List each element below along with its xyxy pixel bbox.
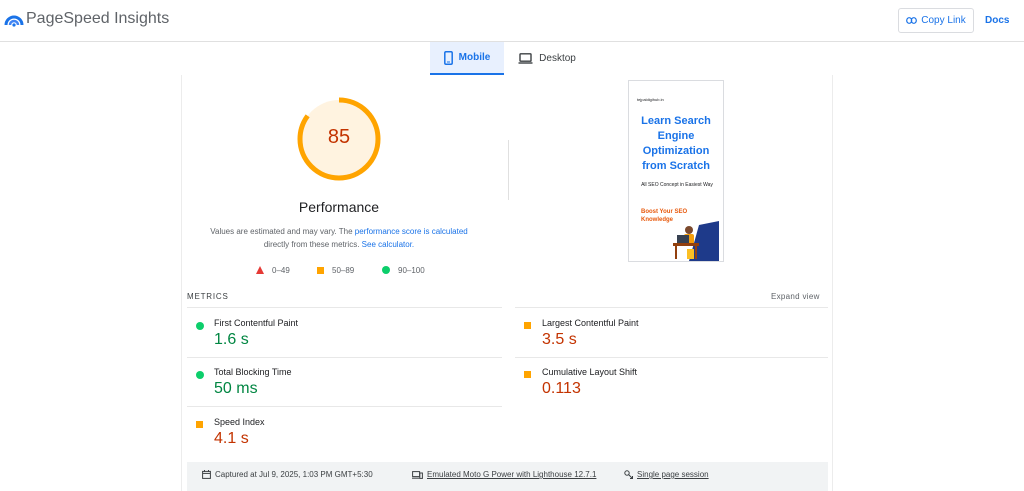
legend-fail: 0–49 [256,264,290,276]
note-middle: directly from these metrics. [263,240,362,249]
metrics-heading: METRICS [187,292,229,301]
device-icon [412,470,423,479]
tab-mobile-label: Mobile [458,52,491,63]
metrics-divider [187,307,502,308]
session-icon [624,470,633,479]
captured-info: Captured at Jul 9, 2025, 1:03 PM GMT+5:3… [202,470,373,479]
device-info[interactable]: Emulated Moto G Power with Lighthouse 12… [412,470,596,479]
performance-score: 85 [327,126,351,148]
legend-average: 50–89 [317,264,354,276]
docs-link[interactable]: Docs [985,15,1009,26]
metrics-divider [187,357,502,358]
session-info[interactable]: Single page session [624,470,709,479]
average-square-icon [524,371,531,378]
metric-value: 3.5 s [542,331,577,348]
headline-line: Optimization [642,145,710,157]
metric-value: 50 ms [214,380,258,397]
metric-name: First Contentful Paint [214,318,299,328]
metrics-divider [515,307,828,308]
pass-circle-icon [196,322,204,330]
expand-view-toggle[interactable]: Expand view [771,292,820,301]
pass-circle-icon [382,266,390,274]
app-title: PageSpeed Insights [26,10,170,27]
metrics-divider [515,357,828,358]
average-square-icon [317,266,324,274]
score-calculated-link[interactable]: performance score is calculated [355,227,468,236]
metric-name: Largest Contentful Paint [542,318,639,328]
calendar-icon [202,470,211,479]
top-header: PageSpeed Insights Copy Link Docs [0,0,1024,42]
average-square-icon [524,322,531,329]
metric-value: 4.1 s [214,430,249,447]
laptop-icon [518,53,533,64]
headline-line: Engine [657,130,695,142]
pass-circle-icon [196,371,204,379]
copy-link-button[interactable]: Copy Link [898,8,974,33]
report-card [181,75,833,491]
metric-value: 1.6 s [214,331,249,348]
performance-title: Performance [298,199,380,215]
legend-fail-label: 0–49 [272,265,290,275]
headline-line: from Scratch [642,160,710,172]
page-screenshot[interactable]: tejpaldigihub.in Learn Search Engine Opt… [628,80,724,262]
screenshot-headline: Learn Search Engine Optimization from Sc… [629,114,723,174]
screenshot-site-name: tejpaldigihub.in [637,97,664,102]
note-prefix: Values are estimated and may vary. The [210,227,355,236]
session-text[interactable]: Single page session [637,470,709,479]
metric-name: Speed Index [214,417,265,427]
fail-triangle-icon [256,266,264,274]
captured-text: Captured at Jul 9, 2025, 1:03 PM GMT+5:3… [215,470,373,479]
metric-value: 0.113 [542,380,581,397]
link-icon [906,17,918,24]
see-calculator-link[interactable]: See calculator. [362,240,414,249]
headline-line: Learn Search [641,115,711,127]
section-divider [508,140,509,200]
mobile-phone-icon [443,50,453,65]
device-text[interactable]: Emulated Moto G Power with Lighthouse 12… [427,470,596,479]
metric-name: Total Blocking Time [214,367,292,377]
legend-pass-label: 90–100 [398,265,425,275]
average-square-icon [196,421,203,428]
tab-desktop[interactable]: Desktop [512,42,582,75]
person-at-laptop-illustration-icon [673,221,719,261]
legend-average-label: 50–89 [332,265,355,275]
tab-mobile[interactable]: Mobile [430,42,504,75]
tab-desktop-label: Desktop [539,53,576,64]
legend-pass: 90–100 [382,264,425,276]
metrics-divider [187,406,502,407]
metric-name: Cumulative Layout Shift [542,367,638,377]
pagespeed-logo-icon[interactable] [4,11,24,27]
copy-link-label: Copy Link [921,15,966,26]
screenshot-subline: All SEO Concept in Easiest Way [641,182,713,188]
performance-note: Values are estimated and may vary. The p… [200,225,478,251]
